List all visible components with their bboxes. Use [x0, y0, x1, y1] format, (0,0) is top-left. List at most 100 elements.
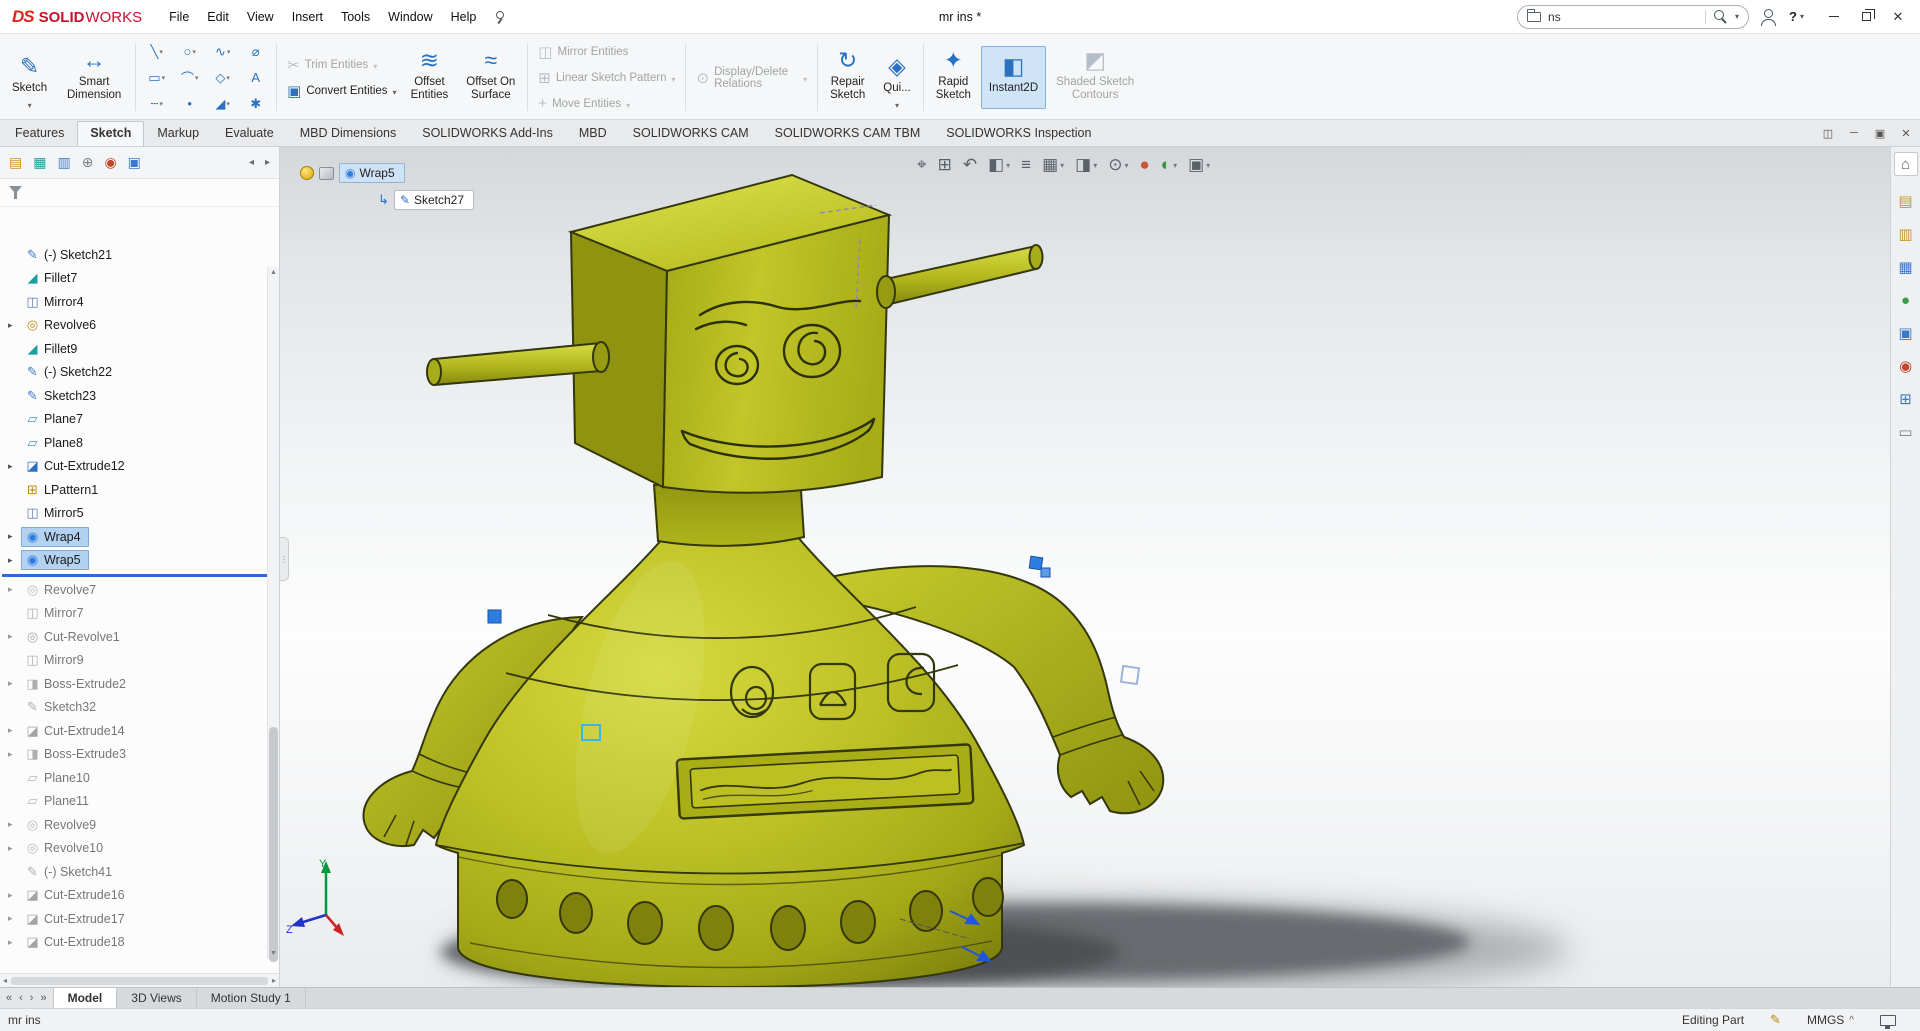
feature-cut-extrude12[interactable]: Cut-Extrude12: [0, 455, 279, 479]
feature-plane11[interactable]: Plane11: [0, 790, 279, 814]
convert-entities-button[interactable]: ▣ Convert Entities: [281, 80, 402, 102]
expand-arrow-icon[interactable]: [8, 843, 21, 854]
tab-cam[interactable]: SOLIDWORKS CAM: [620, 121, 762, 146]
feature-revolve10[interactable]: Revolve10: [0, 837, 279, 861]
breadcrumb-sketch-chip[interactable]: ✎ Sketch27: [394, 190, 474, 210]
custom-properties-tab[interactable]: ▣: [1894, 321, 1918, 345]
tree-filter-bar[interactable]: [0, 179, 279, 207]
unit-system-selector[interactable]: MMGS ^: [1807, 1013, 1854, 1027]
feature-wrap4[interactable]: Wrap4: [0, 525, 279, 549]
spline-tool[interactable]: ∿: [206, 39, 239, 65]
feature-sketch23[interactable]: Sketch23: [0, 384, 279, 408]
displaymanager-tab[interactable]: ◉: [104, 154, 116, 171]
home-tab[interactable]: ⌂: [1894, 152, 1918, 176]
menu-item[interactable]: Help: [442, 6, 486, 28]
feature-lpattern1[interactable]: LPattern1: [0, 478, 279, 502]
search-options-caret-icon[interactable]: ▾: [1735, 12, 1739, 21]
feature-fillet7[interactable]: Fillet7: [0, 267, 279, 291]
tab-mbd-dimensions[interactable]: MBD Dimensions: [287, 121, 410, 146]
convert-caret-icon[interactable]: [393, 84, 397, 98]
zoom-fit-button[interactable]: ⌖: [915, 153, 929, 177]
sketch-caret-icon[interactable]: [28, 97, 32, 106]
view-orientation-button[interactable]: ▦: [1040, 153, 1066, 177]
display-status-icon[interactable]: [1880, 1015, 1896, 1026]
menu-item[interactable]: Tools: [332, 6, 379, 28]
centerline-tool[interactable]: ┄: [140, 91, 173, 117]
scrollbar-thumb[interactable]: [11, 977, 268, 985]
polygon-tool[interactable]: ◇: [206, 65, 239, 91]
search-scope-folder-icon[interactable]: [1527, 12, 1541, 22]
offset-on-surface-button[interactable]: ≈ Offset On Surface: [458, 40, 523, 116]
expand-arrow-icon[interactable]: [8, 913, 21, 924]
prev-tab-button[interactable]: ‹: [19, 992, 23, 1004]
expand-arrow-icon[interactable]: [8, 678, 21, 689]
tree-tabs-scroll-left-icon[interactable]: ◂: [249, 157, 254, 168]
minimize-doc-icon[interactable]: ─: [1846, 127, 1862, 139]
tree-tabs-scroll-right-icon[interactable]: ▸: [265, 157, 270, 168]
apply-scene-button[interactable]: ◐: [1159, 153, 1179, 177]
zoom-area-button[interactable]: ⊞: [936, 153, 954, 177]
menu-pin-icon[interactable]: [493, 9, 507, 25]
sketch-pattern-tool[interactable]: ✱: [239, 91, 272, 117]
scroll-right-icon[interactable]: ▸: [272, 976, 276, 985]
edit-sketch-icon[interactable]: ✎: [1770, 1012, 1781, 1028]
messages-tab[interactable]: ▭: [1894, 420, 1918, 444]
line-tool[interactable]: ╲: [140, 39, 173, 65]
feature-mirror4[interactable]: Mirror4: [0, 290, 279, 314]
feature-revolve9[interactable]: Revolve9: [0, 813, 279, 837]
filter-funnel-icon[interactable]: [9, 186, 22, 199]
model-tab[interactable]: Model: [54, 988, 118, 1008]
expand-arrow-icon[interactable]: [8, 461, 21, 472]
menu-item[interactable]: File: [160, 6, 198, 28]
feature-sketch32[interactable]: Sketch32: [0, 696, 279, 720]
repair-sketch-button[interactable]: ↻ Repair Sketch: [822, 40, 873, 116]
feature-fillet9[interactable]: Fillet9: [0, 337, 279, 361]
search-icon[interactable]: [1713, 9, 1728, 24]
feature-boss-extrude3[interactable]: Boss-Extrude3: [0, 743, 279, 767]
smart-dimension-button[interactable]: ↔ Smart Dimension: [57, 40, 131, 116]
menu-item[interactable]: Insert: [283, 6, 332, 28]
tab-mbd[interactable]: MBD: [566, 121, 620, 146]
dock-pane-icon[interactable]: ◫: [1820, 127, 1836, 140]
first-tab-button[interactable]: «: [6, 992, 12, 1004]
expand-arrow-icon[interactable]: [8, 819, 21, 830]
menu-item[interactable]: Window: [379, 6, 441, 28]
previous-view-button[interactable]: ↶: [961, 153, 979, 177]
scrollbar-thumb[interactable]: [269, 727, 278, 962]
close-doc-icon[interactable]: ✕: [1898, 127, 1914, 140]
view-palette-tab[interactable]: ▦: [1894, 255, 1918, 279]
annotation-views-button[interactable]: ≡: [1019, 153, 1033, 177]
sketch-button[interactable]: ✎ Sketch: [4, 46, 55, 109]
expand-arrow-icon[interactable]: [8, 531, 21, 542]
feature-cut-extrude18[interactable]: Cut-Extrude18: [0, 931, 279, 955]
feature-mirror9[interactable]: Mirror9: [0, 649, 279, 673]
offset-entities-button[interactable]: ≋ Offset Entities: [403, 40, 457, 116]
quick-snaps-caret-icon[interactable]: [895, 97, 899, 106]
hide-show-items-button[interactable]: ⊙: [1106, 153, 1130, 177]
tab-evaluate[interactable]: Evaluate: [212, 121, 287, 146]
feature-plane7[interactable]: Plane7: [0, 408, 279, 432]
section-view-button[interactable]: ◧: [986, 153, 1012, 177]
expand-arrow-icon[interactable]: [8, 725, 21, 736]
featuremanager-tab[interactable]: ▤: [9, 154, 22, 171]
menu-item[interactable]: Edit: [198, 6, 238, 28]
panel-splitter-handle[interactable]: ⋮: [280, 537, 289, 581]
scroll-down-icon[interactable]: ▼: [268, 950, 279, 957]
tab-cam-tbm[interactable]: SOLIDWORKS CAM TBM: [762, 121, 934, 146]
expand-arrow-icon[interactable]: [8, 937, 21, 948]
graphics-viewport[interactable]: ◉ Wrap5 ↳ ✎ Sketch27 ⌖⊞↶◧≡▦◨⊙●◐▣: [0, 147, 1920, 987]
last-tab-button[interactable]: »: [40, 992, 46, 1004]
expand-arrow-icon[interactable]: [8, 584, 21, 595]
scroll-up-icon[interactable]: ▲: [268, 269, 279, 276]
feature-plane8[interactable]: Plane8: [0, 431, 279, 455]
display-style-button[interactable]: ◨: [1073, 153, 1099, 177]
feature-revolve6[interactable]: Revolve6: [0, 314, 279, 338]
feature-cut-extrude16[interactable]: Cut-Extrude16: [0, 884, 279, 908]
restore-doc-icon[interactable]: ▣: [1872, 127, 1888, 140]
feature-cut-extrude14[interactable]: Cut-Extrude14: [0, 719, 279, 743]
feature-wrap5[interactable]: Wrap5: [0, 549, 279, 573]
expand-arrow-icon[interactable]: [8, 749, 21, 760]
configurationmanager-tab[interactable]: ▥: [57, 154, 70, 171]
feature-sketch21[interactable]: (-) Sketch21: [0, 243, 279, 267]
next-tab-button[interactable]: ›: [30, 992, 34, 1004]
